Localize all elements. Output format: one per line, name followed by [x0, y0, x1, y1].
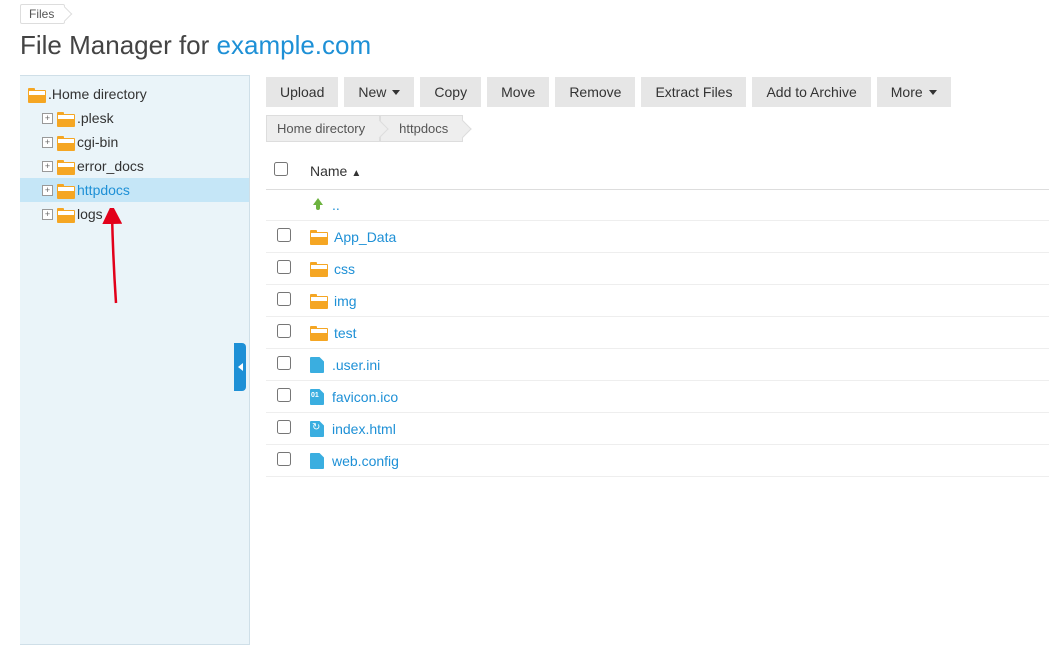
row-checkbox[interactable] — [277, 324, 291, 338]
table-row: test — [266, 317, 1049, 349]
tree-label: cgi-bin — [77, 134, 118, 150]
tree-item-httpdocs[interactable]: + httpdocs — [20, 178, 249, 202]
table-row: css — [266, 253, 1049, 285]
row-checkbox[interactable] — [277, 260, 291, 274]
sidebar: .Home directory + .plesk + cgi-bin + error_do… — [20, 75, 250, 645]
move-button[interactable]: Move — [487, 77, 549, 107]
column-header-checkbox — [266, 152, 302, 190]
page-title: File Manager for example.com — [0, 26, 1059, 75]
tree-item-logs[interactable]: + logs — [20, 202, 249, 226]
file-link[interactable]: favicon.ico — [332, 389, 398, 405]
folder-icon — [57, 208, 73, 221]
file-icon — [310, 357, 324, 373]
table-row-up[interactable]: .. — [266, 190, 1049, 221]
expand-icon[interactable]: + — [42, 209, 53, 220]
path-breadcrumb: Home directoryhttpdocs — [266, 115, 1049, 152]
table-row: img — [266, 285, 1049, 317]
main-content: Upload New Copy Move Remove Extract File… — [250, 75, 1059, 645]
directory-tree: .Home directory — [20, 82, 249, 106]
remove-button[interactable]: Remove — [555, 77, 635, 107]
copy-button[interactable]: Copy — [420, 77, 481, 107]
toolbar: Upload New Copy Move Remove Extract File… — [266, 75, 1049, 115]
page-title-prefix: File Manager for — [20, 30, 217, 60]
chevron-down-icon — [929, 90, 937, 95]
row-checkbox[interactable] — [277, 292, 291, 306]
row-checkbox[interactable] — [277, 228, 291, 242]
expand-icon[interactable]: + — [42, 161, 53, 172]
breadcrumb-files[interactable]: Files — [20, 4, 65, 24]
tree-label: error_docs — [77, 158, 144, 174]
folder-icon — [57, 112, 73, 125]
folder-icon — [28, 88, 44, 101]
column-header-name[interactable]: Name ▲ — [302, 152, 1049, 190]
tree-item-cgi-bin[interactable]: + cgi-bin — [20, 130, 249, 154]
new-button[interactable]: New — [344, 77, 414, 107]
page-title-domain[interactable]: example.com — [217, 30, 372, 60]
breadcrumb-item[interactable]: Home directory — [266, 115, 380, 142]
sidebar-collapse-handle[interactable] — [234, 343, 246, 391]
table-row: index.html — [266, 413, 1049, 445]
tree-item-error_docs[interactable]: + error_docs — [20, 154, 249, 178]
upload-button[interactable]: Upload — [266, 77, 338, 107]
select-all-checkbox[interactable] — [274, 162, 288, 176]
column-header-name-label: Name — [310, 163, 347, 179]
file-link[interactable]: test — [334, 325, 357, 341]
up-link[interactable]: .. — [332, 197, 340, 213]
up-arrow-icon — [310, 198, 324, 212]
file-icon — [310, 389, 324, 405]
sort-asc-icon: ▲ — [351, 168, 361, 179]
file-icon — [310, 453, 324, 469]
row-checkbox[interactable] — [277, 452, 291, 466]
file-link[interactable]: css — [334, 261, 355, 277]
table-row: .user.ini — [266, 349, 1049, 381]
row-checkbox[interactable] — [277, 356, 291, 370]
folder-icon — [310, 326, 326, 339]
folder-icon — [310, 262, 326, 275]
table-row: web.config — [266, 445, 1049, 477]
folder-icon — [310, 230, 326, 243]
extract-button[interactable]: Extract Files — [641, 77, 746, 107]
more-button[interactable]: More — [877, 77, 951, 107]
file-icon — [310, 421, 324, 437]
row-checkbox[interactable] — [277, 420, 291, 434]
more-button-label: More — [891, 84, 923, 100]
expand-icon[interactable]: + — [42, 185, 53, 196]
folder-icon — [57, 136, 73, 149]
file-link[interactable]: App_Data — [334, 229, 396, 245]
file-link[interactable]: .user.ini — [332, 357, 380, 373]
tree-label-home: .Home directory — [48, 86, 147, 102]
tree-label: httpdocs — [77, 182, 130, 198]
tree-label: logs — [77, 206, 103, 222]
row-checkbox[interactable] — [277, 388, 291, 402]
folder-icon — [310, 294, 326, 307]
folder-icon — [57, 160, 73, 173]
new-button-label: New — [358, 84, 386, 100]
breadcrumb-item[interactable]: httpdocs — [380, 115, 463, 142]
file-table: Name ▲ .. App_Datacss img test .user.ini favi… — [266, 152, 1049, 477]
table-row: App_Data — [266, 221, 1049, 253]
expand-icon[interactable]: + — [42, 113, 53, 124]
archive-button[interactable]: Add to Archive — [752, 77, 870, 107]
tree-item-home[interactable]: .Home directory — [20, 82, 249, 106]
file-link[interactable]: web.config — [332, 453, 399, 469]
file-link[interactable]: img — [334, 293, 357, 309]
expand-icon[interactable]: + — [42, 137, 53, 148]
chevron-down-icon — [392, 90, 400, 95]
folder-icon — [57, 184, 73, 197]
tree-item--plesk[interactable]: + .plesk — [20, 106, 249, 130]
tree-label: .plesk — [77, 110, 114, 126]
file-link[interactable]: index.html — [332, 421, 396, 437]
table-row: favicon.ico — [266, 381, 1049, 413]
